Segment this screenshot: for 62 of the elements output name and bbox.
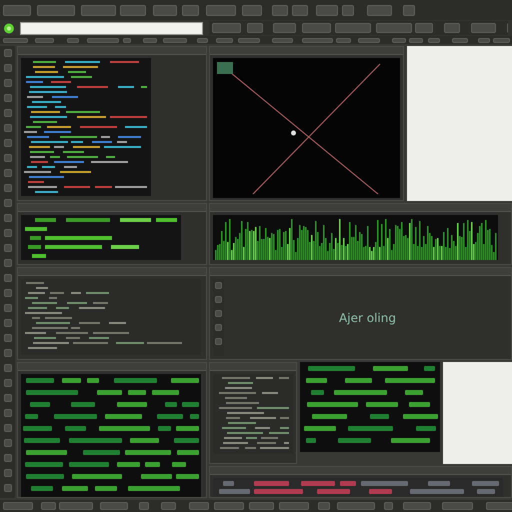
toolbar-button[interactable] [123,38,131,42]
toolbar-button[interactable] [153,4,177,16]
toolbar-button[interactable] [403,502,431,510]
code-drawing [219,377,289,449]
toolbar-button[interactable] [442,502,473,510]
toolbar-button[interactable] [67,38,79,42]
toolbar-button[interactable] [206,4,236,16]
toolbar-button[interactable] [376,23,412,33]
toolbar-button[interactable] [392,38,406,42]
toolbar-button[interactable] [493,38,510,42]
toolbar-button[interactable] [87,38,119,42]
toolbar-button[interactable] [302,23,331,33]
toolbar-button[interactable] [316,4,338,16]
toolbar-button[interactable] [486,502,512,510]
toolbar-button[interactable] [120,4,146,16]
address-field[interactable] [20,22,203,34]
toolbar-button[interactable] [414,23,433,33]
toolbar-button[interactable] [37,4,75,16]
toolbar-button[interactable] [197,38,208,42]
toolbar-button[interactable] [163,38,187,42]
toolbar-button[interactable] [272,23,296,33]
toolbar-button[interactable] [249,502,274,510]
toolbar-button[interactable] [3,502,33,510]
toolbar-button[interactable] [409,38,423,42]
app-icon[interactable] [4,22,14,34]
toolbar-button[interactable] [41,502,56,510]
toolbar-button[interactable] [358,38,380,42]
toolbar-button[interactable] [182,4,199,16]
toolbar-button[interactable] [279,502,309,510]
toolbar-button[interactable] [100,502,128,510]
toolbar-button[interactable] [336,38,351,42]
toolbar-button[interactable] [428,38,440,42]
toolbar-button[interactable] [272,4,288,16]
viewer-label: Ajer oling [339,310,396,324]
toolbar-button[interactable] [212,23,241,33]
toolbar-button[interactable] [139,502,149,510]
toolbar-button[interactable] [59,502,93,510]
toolbar-button[interactable] [403,4,415,16]
toolbar-button[interactable] [189,502,209,510]
toolbar-button[interactable] [216,38,233,42]
toolbar-button[interactable] [452,38,468,42]
toolbar-button[interactable] [272,38,293,42]
toolbar-button[interactable] [238,38,260,42]
toolbar-button[interactable] [302,38,333,42]
toolbar-button[interactable] [342,4,354,16]
toolbar-button[interactable] [292,4,308,16]
toolbar-button[interactable] [35,38,54,42]
toolbar-button[interactable] [318,502,330,510]
toolbar-button[interactable] [143,38,157,42]
toolbar-button[interactable] [444,23,460,33]
toolbar-button[interactable] [214,502,244,510]
toolbar-button[interactable] [81,4,116,16]
toolbar-button[interactable] [242,4,262,16]
toolbar-button[interactable] [337,502,375,510]
toolbar-button[interactable] [478,38,490,42]
toolbar-button[interactable] [470,23,496,33]
toolbar-button[interactable] [3,4,31,16]
toolbar-button[interactable] [334,23,371,33]
toolbar-button[interactable] [367,4,392,16]
toolbar-button[interactable] [161,502,176,510]
toolbar-button[interactable] [384,502,393,510]
toolbar-button[interactable] [246,23,263,33]
